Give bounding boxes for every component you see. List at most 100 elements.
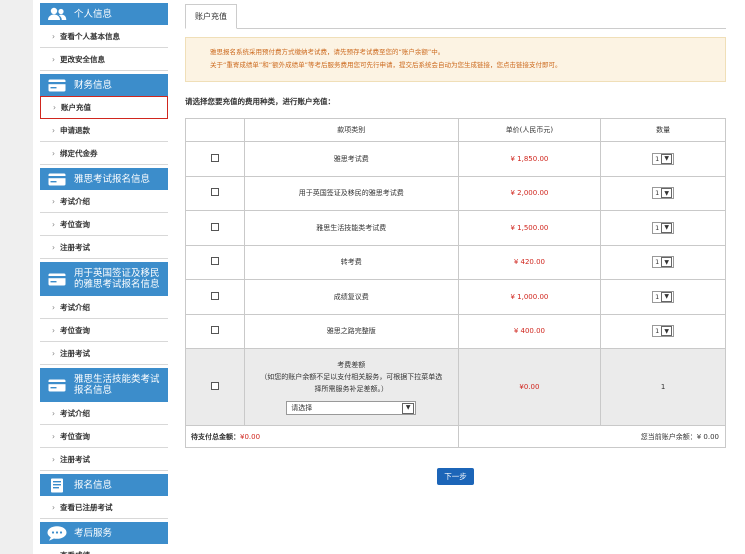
quantity-select[interactable]: 1 ▼ [652, 152, 675, 165]
fee-name: 雅思考试费 [243, 141, 459, 177]
chevron-right-icon: › [52, 454, 55, 464]
instruction-text: 请选择您要充值的费用种类，进行账户充值： [185, 97, 335, 106]
row-checkbox-cell [185, 210, 245, 246]
sidebar-item-label: 更改安全信息 [60, 54, 105, 64]
sidebar-item[interactable]: › 考试介绍 [40, 402, 168, 425]
sidebar-section-4[interactable]: 用于英国签证及移民的雅思考试报名信息 [40, 262, 168, 296]
quantity-select[interactable]: 1 ▼ [652, 187, 675, 200]
sidebar-section-title: 用于英国签证及移民的雅思考试报名信息 [74, 268, 160, 290]
tab-divider [185, 28, 726, 29]
quantity-value: 1 [655, 327, 660, 336]
sidebar-item[interactable]: › 考试介绍 [40, 296, 168, 319]
table-row: 用于英国签证及移民的雅思考试费 ¥ 2,000.00 1 ▼ [185, 175, 726, 211]
table-header-row: 款项类别 单价(人民币元) 数量 [185, 118, 726, 142]
chevron-right-icon: › [52, 125, 55, 135]
chevron-down-icon: ▼ [661, 188, 673, 199]
fee-name: 用于英国签证及移民的雅思考试费 [243, 175, 459, 211]
fee-price: ¥0.00 [457, 348, 602, 426]
sidebar-section-6[interactable]: 报名信息 [40, 474, 168, 496]
sidebar-section-title: 雅思生活技能类考试报名信息 [74, 374, 160, 396]
balance-cell: 您当前账户余额：¥ 0.00 [457, 425, 727, 448]
quantity-value: 1 [655, 189, 660, 198]
sidebar-section-3[interactable]: 雅思考试报名信息 [40, 168, 168, 190]
row-checkbox[interactable] [210, 188, 219, 197]
quantity-select[interactable]: 1 ▼ [652, 325, 675, 338]
sidebar-section-title: 雅思考试报名信息 [74, 173, 151, 185]
quantity-value: 1 [655, 292, 660, 301]
book-icon [46, 477, 68, 493]
row-checkbox-cell [185, 279, 245, 315]
chevron-right-icon: › [52, 408, 55, 418]
fee-difference-cell: 考费差额 （如您的账户余额不足以支付相关服务，可根据下拉菜单选 择所需服务补足差额。… [243, 348, 459, 426]
card-icon [46, 171, 68, 187]
fee-price: ¥ 1,850.00 [457, 141, 602, 177]
sidebar-item[interactable]: › 申请退款 [40, 119, 168, 142]
sidebar-section-2[interactable]: 财务信息 [40, 74, 168, 96]
chevron-right-icon: › [52, 54, 55, 64]
sidebar-item[interactable]: › 考位查询 [40, 213, 168, 236]
sidebar-item[interactable]: › 更改安全信息 [40, 48, 168, 71]
chevron-down-icon: ▼ [402, 402, 415, 414]
header-price: 单价(人民币元) [457, 118, 602, 142]
sidebar-section-1[interactable]: 个人信息 [40, 3, 168, 25]
chevron-down-icon: ▼ [661, 326, 673, 337]
row-checkbox[interactable] [210, 326, 219, 335]
sidebar-item[interactable]: › 考试介绍 [40, 190, 168, 213]
sidebar-item[interactable]: › 注册考试 [40, 236, 168, 259]
total-label: 待支付总金额： [191, 432, 240, 441]
sidebar-section-5[interactable]: 雅思生活技能类考试报名信息 [40, 368, 168, 402]
fee-name: 成绩复议费 [243, 279, 459, 315]
sidebar-item[interactable]: › 查看已注册考试 [40, 496, 168, 519]
quantity-cell: 1 ▼ [600, 313, 726, 349]
sidebar-item[interactable]: › 考位查询 [40, 319, 168, 342]
table-row: 雅思考试费 ¥ 1,850.00 1 ▼ [185, 141, 726, 177]
quantity-select[interactable]: 1 ▼ [652, 221, 675, 234]
quantity-select[interactable]: 1 ▼ [652, 256, 675, 269]
sidebar-item-label: 考位查询 [60, 325, 90, 335]
sidebar-item[interactable]: › 查看个人基本信息 [40, 25, 168, 48]
chevron-right-icon: › [52, 502, 55, 512]
sidebar-item[interactable]: › 注册考试 [40, 448, 168, 471]
row-checkbox[interactable] [210, 291, 219, 300]
sidebar-item-label: 申请退款 [60, 125, 90, 135]
row-checkbox[interactable] [210, 257, 219, 266]
quantity-select[interactable]: 1 ▼ [652, 290, 675, 303]
row-checkbox-cell [185, 313, 245, 349]
sidebar-item-label: 考位查询 [60, 219, 90, 229]
notice-box: 雅思报名系统采用预付费方式缴纳考试费，请先预存考试费至您的“账户余额”中。 关于… [185, 37, 726, 82]
chevron-right-icon: › [52, 31, 55, 41]
card-icon [46, 77, 68, 93]
sidebar-section-title: 考后服务 [74, 527, 113, 539]
row-checkbox-cell [185, 244, 245, 280]
row-checkbox[interactable] [210, 153, 219, 162]
total-row: 待支付总金额：¥0.00 您当前账户余额：¥ 0.00 [185, 425, 727, 448]
chevron-right-icon: › [52, 302, 55, 312]
fee-difference-row: 考费差额 （如您的账户余额不足以支付相关服务，可根据下拉菜单选 择所需服务补足差额。… [185, 348, 726, 426]
row-checkbox[interactable] [210, 382, 219, 390]
sidebar-item[interactable]: › 注册考试 [40, 342, 168, 365]
next-step-button[interactable]: 下一步 [437, 468, 474, 485]
notice-line-1: 雅思报名系统采用预付费方式缴纳考试费，请先预存考试费至您的“账户余额”中。 [210, 48, 445, 56]
tab-account-recharge[interactable]: 账户充值 [185, 4, 237, 29]
fee-name: 雅思生活技能类考试费 [243, 210, 459, 246]
card-icon [46, 271, 68, 287]
sidebar-item-label: 考试介绍 [60, 302, 90, 312]
total-cell: 待支付总金额：¥0.00 [185, 425, 459, 448]
header-checkbox [185, 118, 245, 142]
service-select[interactable]: 请选择 ▼ [286, 401, 417, 415]
row-checkbox[interactable] [210, 222, 219, 231]
sidebar-item[interactable]: › 查看成绩 [40, 544, 168, 554]
sidebar-item[interactable]: › 考位查询 [40, 425, 168, 448]
chevron-right-icon: › [52, 551, 55, 554]
chevron-down-icon: ▼ [661, 257, 673, 268]
sidebar-item[interactable]: › 账户充值 [40, 96, 168, 119]
sidebar-section-7[interactable]: 考后服务 [40, 522, 168, 544]
chevron-down-icon: ▼ [661, 291, 673, 302]
sidebar-item[interactable]: › 绑定代金券 [40, 142, 168, 165]
sidebar: 个人信息 › 查看个人基本信息 › 更改安全信息 财务信息 › 账户充值 › 申请退款 › 绑定代金券… [40, 0, 168, 554]
table-row: 雅思生活技能类考试费 ¥ 1,500.00 1 ▼ [185, 210, 726, 246]
sidebar-item-label: 考试介绍 [60, 408, 90, 418]
balance-label: 您当前账户余额： [640, 432, 697, 441]
fee-difference-desc-2: 择所需服务补足差额。） [314, 385, 388, 393]
quantity-value: 1 [600, 348, 726, 426]
